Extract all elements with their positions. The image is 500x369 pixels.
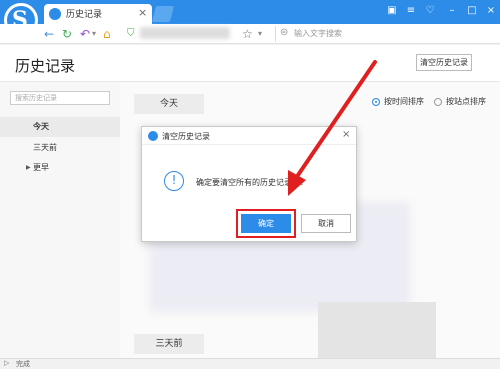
annotation-arrow [288, 60, 377, 196]
